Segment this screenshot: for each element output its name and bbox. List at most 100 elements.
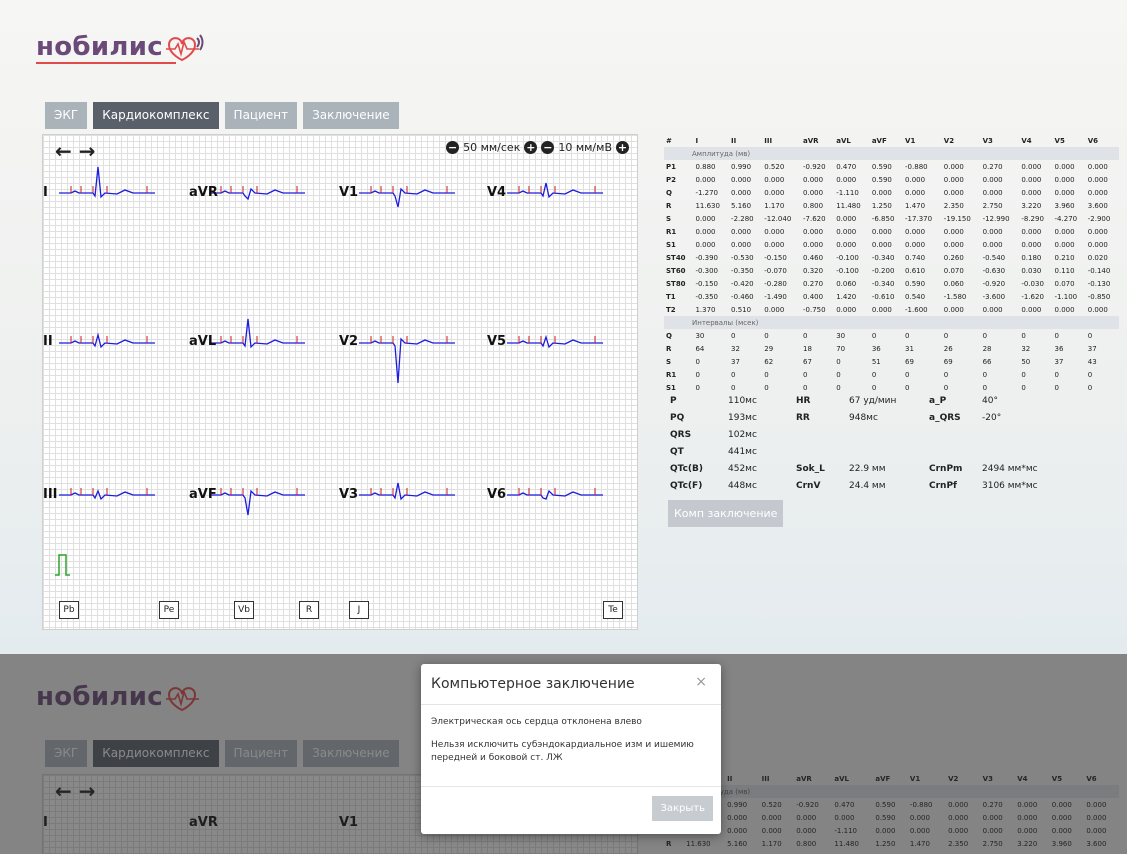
table-cell: 0.470 (836, 162, 857, 171)
table-cell: 2.350 (943, 201, 964, 210)
table-cell: 0 (1054, 370, 1059, 379)
table-cell: 0.000 (871, 240, 892, 249)
table-cell: 0.000 (905, 240, 926, 249)
table-cell: 18 (803, 344, 812, 353)
column-header: aVR (803, 136, 819, 145)
table-cell: 0.590 (871, 162, 892, 171)
table-cell: 0.000 (731, 188, 752, 197)
table-row: S 0 37 62 67 0 51 69 69 66 50 37 43 (664, 355, 1119, 368)
tab-ecg[interactable]: ЭКГ (45, 102, 88, 129)
table-row: P2 0.000 0.000 0.000 0.000 0.000 0.590 0.000 0.0… (664, 173, 1119, 186)
table-cell: -0.420 (731, 279, 754, 288)
table-cell: 0.320 (803, 266, 824, 275)
table-cell: 0.000 (1087, 175, 1108, 184)
table-cell: 0.000 (1087, 227, 1108, 236)
table-cell: 0.000 (1087, 240, 1108, 249)
table-cell: 0 (982, 331, 988, 340)
table-cell: 0.000 (731, 227, 752, 236)
table-cell: -12.040 (764, 214, 792, 223)
tab-patient[interactable]: Пациент (224, 102, 298, 129)
table-row: Q -1.270 0.000 0.000 0.000 -1.110 0.000 0.000 0.… (664, 186, 1119, 199)
column-header: II (731, 136, 737, 145)
marker-pb[interactable]: Pb (59, 601, 79, 619)
table-cell: 0.000 (836, 305, 857, 314)
param-label: QTc(F) (670, 480, 703, 491)
lead-label-II: II (43, 334, 53, 349)
param-value: 102мс (728, 429, 757, 440)
table-cell: -4.270 (1054, 214, 1078, 223)
table-cell: 0 (1087, 331, 1093, 340)
marker-vb[interactable]: Vb (234, 601, 254, 619)
table-cell: 43 (1087, 357, 1097, 366)
marker-j[interactable]: J (349, 601, 369, 619)
lead-label-V3: V3 (339, 487, 359, 502)
table-cell: 0.260 (943, 253, 964, 262)
tab-cardiocomplex[interactable]: Кардиокомплекс (93, 102, 219, 129)
section-header: Интервалы (мсек) (664, 316, 1119, 329)
tab-conclusion[interactable]: Заключение (303, 102, 399, 129)
table-cell: 0.000 (943, 227, 964, 236)
dialog-body: Электрическая ось сердца отклонена влево… (431, 716, 713, 765)
table-cell: 3.220 (1021, 201, 1042, 210)
table-cell: 0 (803, 370, 808, 379)
table-row: P1 0.880 0.990 0.520 -0.920 0.470 0.590 -0.880 0… (664, 160, 1119, 173)
table-cell: 0.590 (905, 279, 926, 288)
table-cell: 3.960 (1054, 201, 1075, 210)
table-cell: 0.000 (764, 240, 785, 249)
table-cell: 0.060 (836, 279, 857, 288)
table-header-row: #IIIIIIaVRaVLaVFV1V2V3V4V5V6 (664, 134, 1119, 147)
table-cell: -8.290 (1021, 214, 1044, 223)
table-cell: 0.000 (982, 175, 1003, 184)
param-label: CrnV (796, 480, 821, 491)
computer-conclusion-button[interactable]: Комп заключение (668, 500, 784, 527)
marker-r[interactable]: R (299, 601, 319, 619)
table-cell: 0.000 (731, 175, 752, 184)
table-cell: -0.540 (982, 253, 1006, 262)
param-label: RR (796, 412, 810, 423)
lead-label-III: III (43, 487, 58, 502)
conclusion-line-2: Нельзя исключить субэндокардиальное изм … (431, 740, 694, 763)
table-cell: 0 (836, 357, 841, 366)
param-row: PQ 193мс RR 948мс a_QRS -20° (670, 409, 1090, 426)
table-cell: 28 (982, 344, 992, 353)
table-cell: -0.130 (1087, 279, 1111, 288)
calibration-pulse-icon (55, 554, 70, 576)
table-row: ST60 -0.300 -0.350 -0.070 0.320 -0.100 -0.200 0… (664, 264, 1119, 277)
row-label: S (666, 357, 672, 366)
table-cell: 11.480 (836, 201, 861, 210)
param-value: 67 уд/мин (849, 395, 897, 406)
table-cell: 0.000 (764, 175, 785, 184)
row-label: P2 (666, 175, 677, 184)
marker-pe[interactable]: Pe (159, 601, 179, 619)
marker-te[interactable]: Te (603, 601, 623, 619)
param-value: 22.9 мм (849, 463, 886, 474)
logo-underline (36, 62, 176, 64)
column-header: V5 (1054, 136, 1065, 145)
table-cell: -3.600 (982, 292, 1006, 301)
table-cell: -0.300 (695, 266, 719, 275)
table-cell: 0.000 (1087, 188, 1108, 197)
row-label: S (666, 214, 672, 223)
close-button[interactable]: Закрыть (652, 796, 713, 821)
table-cell: 5.160 (731, 201, 752, 210)
param-value: 40° (982, 395, 998, 406)
table-cell: 70 (836, 344, 846, 353)
table-cell: -1.270 (695, 188, 719, 197)
table-cell: 0.210 (1054, 253, 1075, 262)
table-cell: 0.000 (1054, 175, 1075, 184)
table-cell: 1.420 (836, 292, 857, 301)
row-label: S1 (666, 240, 676, 249)
row-label: T2 (666, 305, 676, 314)
table-cell: -0.280 (764, 279, 787, 288)
table-cell: 0.020 (1087, 253, 1108, 262)
table-cell: 0.000 (695, 214, 716, 223)
close-icon[interactable]: × (695, 674, 707, 690)
logo: нобилис (36, 24, 207, 70)
table-row: ST80 -0.150 -0.420 -0.280 0.270 0.060 -0.340 0.… (664, 277, 1119, 290)
heart-wave-icon (165, 34, 204, 62)
param-row: QTc(F) 448мс CrnV 24.4 мм CrnPf 3106 мм*мс (670, 477, 1090, 494)
ecg-traces (59, 166, 603, 516)
table-row: ST40 -0.390 -0.530 -0.150 0.460 -0.100 -0.340 0… (664, 251, 1119, 264)
table-cell: 0 (905, 331, 910, 340)
row-label: R1 (666, 370, 677, 379)
